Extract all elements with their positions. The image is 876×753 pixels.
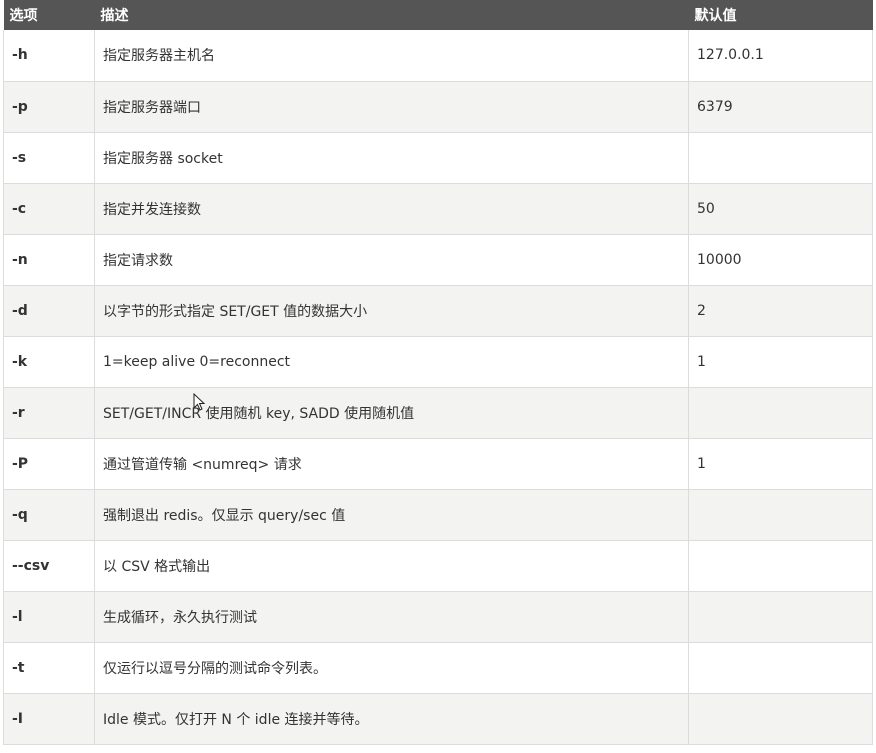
default-cell: [688, 642, 873, 694]
option-cell: -d: [3, 285, 95, 337]
header-option: 选项: [9, 8, 38, 24]
option-cell: -s: [3, 132, 95, 184]
header-default: 默认值: [694, 8, 737, 24]
option-cell: -I: [3, 693, 95, 745]
description-cell: 以 CSV 格式输出: [94, 540, 689, 592]
description-cell: 指定服务器 socket: [94, 132, 689, 184]
default-cell: 50: [688, 183, 873, 235]
table-row: -r SET/GET/INCR 使用随机 key, SADD 使用随机值: [3, 387, 873, 439]
default-cell: 1: [688, 336, 873, 388]
description-cell: SET/GET/INCR 使用随机 key, SADD 使用随机值: [94, 387, 689, 439]
header-row: 选项 描述 默认值: [3, 0, 873, 30]
default-cell: 6379: [688, 81, 873, 133]
table-row: -I Idle 模式。仅打开 N 个 idle 连接并等待。: [3, 693, 873, 745]
option-cell: --csv: [3, 540, 95, 592]
description-cell: 指定服务器主机名: [94, 30, 689, 82]
table-header: 选项 描述 默认值: [3, 0, 873, 30]
description-cell: 指定服务器端口: [94, 81, 689, 133]
option-cell: -h: [3, 30, 95, 82]
description-cell: 仅运行以逗号分隔的测试命令列表。: [94, 642, 689, 694]
default-cell: 1: [688, 438, 873, 490]
default-cell: [688, 132, 873, 184]
table-row: -P 通过管道传输 <numreq> 请求 1: [3, 438, 873, 490]
option-cell: -p: [3, 81, 95, 133]
default-cell: [688, 693, 873, 745]
default-cell: [688, 387, 873, 439]
description-cell: 强制退出 redis。仅显示 query/sec 值: [94, 489, 689, 541]
table-row: -k 1=keep alive 0=reconnect 1: [3, 336, 873, 388]
default-cell: [688, 540, 873, 592]
table-row: -p 指定服务器端口 6379: [3, 81, 873, 133]
table-row: -h 指定服务器主机名 127.0.0.1: [3, 30, 873, 82]
option-cell: -q: [3, 489, 95, 541]
option-cell: -P: [3, 438, 95, 490]
default-cell: [688, 489, 873, 541]
default-cell: 10000: [688, 234, 873, 286]
description-cell: 生成循环，永久执行测试: [94, 591, 689, 643]
default-cell: 2: [688, 285, 873, 337]
default-cell: [688, 591, 873, 643]
description-cell: 指定请求数: [94, 234, 689, 286]
default-cell: 127.0.0.1: [688, 30, 873, 82]
table-row: -s 指定服务器 socket: [3, 132, 873, 184]
option-cell: -l: [3, 591, 95, 643]
table-row: -q 强制退出 redis。仅显示 query/sec 值: [3, 489, 873, 541]
option-cell: -c: [3, 183, 95, 235]
description-cell: 通过管道传输 <numreq> 请求: [94, 438, 689, 490]
description-cell: Idle 模式。仅打开 N 个 idle 连接并等待。: [94, 693, 689, 745]
option-cell: -k: [3, 336, 95, 388]
table-row: -d 以字节的形式指定 SET/GET 值的数据大小 2: [3, 285, 873, 337]
options-table: 选项 描述 默认值 -h 指定服务器主机名 127.0.0.1 -p 指定服务器…: [3, 0, 873, 745]
option-cell: -r: [3, 387, 95, 439]
table-row: -c 指定并发连接数 50: [3, 183, 873, 235]
description-cell: 以字节的形式指定 SET/GET 值的数据大小: [94, 285, 689, 337]
table-row: -t 仅运行以逗号分隔的测试命令列表。: [3, 642, 873, 694]
table-body: -h 指定服务器主机名 127.0.0.1 -p 指定服务器端口 6379 -s…: [3, 30, 873, 745]
option-cell: -t: [3, 642, 95, 694]
description-cell: 1=keep alive 0=reconnect: [94, 336, 689, 388]
description-cell: 指定并发连接数: [94, 183, 689, 235]
table-row: --csv 以 CSV 格式输出: [3, 540, 873, 592]
header-description: 描述: [100, 8, 129, 24]
table-row: -l 生成循环，永久执行测试: [3, 591, 873, 643]
option-cell: -n: [3, 234, 95, 286]
table-row: -n 指定请求数 10000: [3, 234, 873, 286]
